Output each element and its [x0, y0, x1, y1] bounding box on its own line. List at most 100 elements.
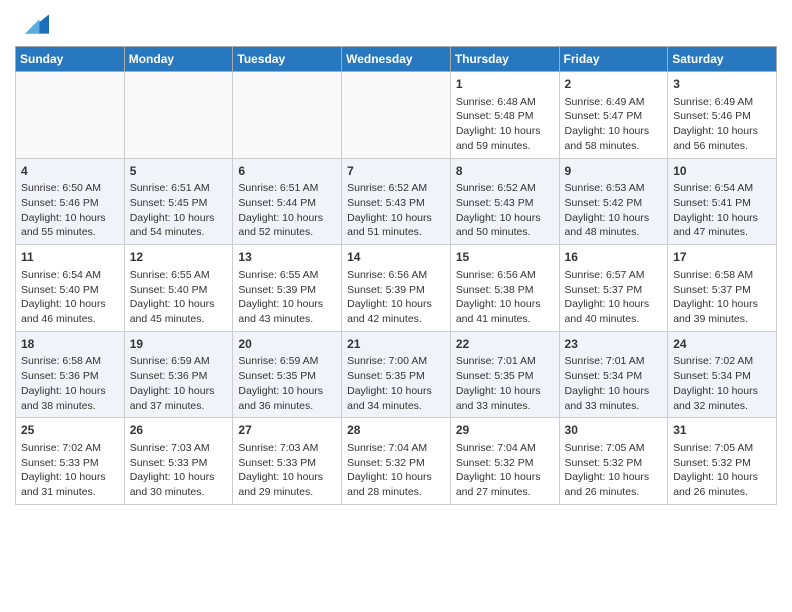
- day-number: 9: [565, 163, 663, 180]
- calendar-cell: 15Sunrise: 6:56 AMSunset: 5:38 PMDayligh…: [450, 245, 559, 332]
- weekday-header-wednesday: Wednesday: [342, 47, 451, 72]
- cell-content: 21Sunrise: 7:00 AMSunset: 5:35 PMDayligh…: [347, 336, 445, 414]
- sunrise-text: Sunrise: 7:01 AM: [565, 355, 645, 367]
- sunset-text: Sunset: 5:40 PM: [130, 284, 208, 296]
- weekday-header-monday: Monday: [124, 47, 233, 72]
- sunset-text: Sunset: 5:37 PM: [673, 284, 751, 296]
- day-number: 27: [238, 422, 336, 439]
- sunrise-text: Sunrise: 6:51 AM: [130, 182, 210, 194]
- cell-content: 16Sunrise: 6:57 AMSunset: 5:37 PMDayligh…: [565, 249, 663, 327]
- sunset-text: Sunset: 5:41 PM: [673, 197, 751, 209]
- logo-icon: [17, 10, 49, 38]
- daylight-text: Daylight: 10 hours and 34 minutes.: [347, 385, 432, 412]
- sunset-text: Sunset: 5:32 PM: [673, 457, 751, 469]
- daylight-text: Daylight: 10 hours and 30 minutes.: [130, 471, 215, 498]
- calendar-cell: 12Sunrise: 6:55 AMSunset: 5:40 PMDayligh…: [124, 245, 233, 332]
- sunrise-text: Sunrise: 6:58 AM: [673, 269, 753, 281]
- day-number: 23: [565, 336, 663, 353]
- calendar-cell: 29Sunrise: 7:04 AMSunset: 5:32 PMDayligh…: [450, 418, 559, 505]
- cell-content: 19Sunrise: 6:59 AMSunset: 5:36 PMDayligh…: [130, 336, 228, 414]
- cell-content: 4Sunrise: 6:50 AMSunset: 5:46 PMDaylight…: [21, 163, 119, 241]
- cell-content: 30Sunrise: 7:05 AMSunset: 5:32 PMDayligh…: [565, 422, 663, 500]
- daylight-text: Daylight: 10 hours and 37 minutes.: [130, 385, 215, 412]
- calendar-cell: 9 Sunrise: 6:53 AM Sunset: 5:42 PM Daylight…: [559, 158, 668, 245]
- cell-content: 11Sunrise: 6:54 AMSunset: 5:40 PMDayligh…: [21, 249, 119, 327]
- sunrise-text: Sunrise: 6:57 AM: [565, 269, 645, 281]
- daylight-text: Daylight: 10 hours and 58 minutes.: [565, 125, 650, 152]
- sunset-text: Sunset: 5:32 PM: [565, 457, 643, 469]
- cell-content: 1Sunrise: 6:48 AMSunset: 5:48 PMDaylight…: [456, 76, 554, 154]
- cell-content: 3Sunrise: 6:49 AMSunset: 5:46 PMDaylight…: [673, 76, 771, 154]
- sunrise-text: Sunrise: 6:58 AM: [21, 355, 101, 367]
- daylight-text: Daylight: 10 hours and 39 minutes.: [673, 298, 758, 325]
- daylight-text: Daylight: 10 hours and 26 minutes.: [673, 471, 758, 498]
- day-number: 11: [21, 249, 119, 266]
- cell-content: 29Sunrise: 7:04 AMSunset: 5:32 PMDayligh…: [456, 422, 554, 500]
- weekday-header-tuesday: Tuesday: [233, 47, 342, 72]
- day-number: 1: [456, 76, 554, 93]
- calendar-week-3: 11 Sunrise: 6:54 AM Sunset: 5:40 PM Dayligh…: [16, 245, 777, 332]
- day-number: 3: [673, 76, 771, 93]
- sunrise-text: Sunrise: 7:02 AM: [21, 442, 101, 454]
- sunrise-text: Sunrise: 7:04 AM: [347, 442, 427, 454]
- day-number: 22: [456, 336, 554, 353]
- sunset-text: Sunset: 5:32 PM: [347, 457, 425, 469]
- daylight-text: Daylight: 10 hours and 36 minutes.: [238, 385, 323, 412]
- daylight-text: Daylight: 10 hours and 41 minutes.: [456, 298, 541, 325]
- sunset-text: Sunset: 5:42 PM: [565, 197, 643, 209]
- calendar-cell: 14Sunrise: 6:56 AMSunset: 5:39 PMDayligh…: [342, 245, 451, 332]
- sunset-text: Sunset: 5:45 PM: [130, 197, 208, 209]
- calendar-cell: 5Sunrise: 6:51 AMSunset: 5:45 PMDaylight…: [124, 158, 233, 245]
- cell-content: 22Sunrise: 7:01 AMSunset: 5:35 PMDayligh…: [456, 336, 554, 414]
- cell-content: 24Sunrise: 7:02 AMSunset: 5:34 PMDayligh…: [673, 336, 771, 414]
- day-number: 17: [673, 249, 771, 266]
- calendar-cell: 27Sunrise: 7:03 AMSunset: 5:33 PMDayligh…: [233, 418, 342, 505]
- sunrise-text: Sunrise: 6:53 AM: [565, 182, 645, 194]
- calendar-cell: 8Sunrise: 6:52 AMSunset: 5:43 PMDaylight…: [450, 158, 559, 245]
- weekday-header-thursday: Thursday: [450, 47, 559, 72]
- day-number: 13: [238, 249, 336, 266]
- calendar-cell: 7Sunrise: 6:52 AMSunset: 5:43 PMDaylight…: [342, 158, 451, 245]
- calendar-cell: [233, 72, 342, 159]
- daylight-text: Daylight: 10 hours and 27 minutes.: [456, 471, 541, 498]
- weekday-header-saturday: Saturday: [668, 47, 777, 72]
- cell-content: 20Sunrise: 6:59 AMSunset: 5:35 PMDayligh…: [238, 336, 336, 414]
- sunset-text: Sunset: 5:33 PM: [21, 457, 99, 469]
- sunset-text: Sunset: 5:39 PM: [347, 284, 425, 296]
- cell-content: 26Sunrise: 7:03 AMSunset: 5:33 PMDayligh…: [130, 422, 228, 500]
- sunrise-text: Sunrise: 6:56 AM: [456, 269, 536, 281]
- sunrise-text: Sunrise: 6:54 AM: [21, 269, 101, 281]
- sunset-text: Sunset: 5:36 PM: [130, 370, 208, 382]
- daylight-text: Daylight: 10 hours and 29 minutes.: [238, 471, 323, 498]
- sunset-text: Sunset: 5:47 PM: [565, 110, 643, 122]
- day-number: 30: [565, 422, 663, 439]
- calendar-week-5: 25Sunrise: 7:02 AMSunset: 5:33 PMDayligh…: [16, 418, 777, 505]
- day-number: 18: [21, 336, 119, 353]
- sunset-text: Sunset: 5:48 PM: [456, 110, 534, 122]
- day-number: 7: [347, 163, 445, 180]
- day-number: 20: [238, 336, 336, 353]
- day-number: 6: [238, 163, 336, 180]
- calendar-body: 1Sunrise: 6:48 AMSunset: 5:48 PMDaylight…: [16, 72, 777, 505]
- calendar-cell: [124, 72, 233, 159]
- daylight-text: Daylight: 10 hours and 42 minutes.: [347, 298, 432, 325]
- daylight-text: Daylight: 10 hours and 59 minutes.: [456, 125, 541, 152]
- page-header: [15, 10, 777, 38]
- sunset-text: Sunset: 5:35 PM: [347, 370, 425, 382]
- sunrise-text: Sunrise: 6:50 AM: [21, 182, 101, 194]
- sunset-text: Sunset: 5:38 PM: [456, 284, 534, 296]
- calendar-header: SundayMondayTuesdayWednesdayThursdayFrid…: [16, 47, 777, 72]
- weekday-header-row: SundayMondayTuesdayWednesdayThursdayFrid…: [16, 47, 777, 72]
- calendar-cell: 22Sunrise: 7:01 AMSunset: 5:35 PMDayligh…: [450, 331, 559, 418]
- sunset-text: Sunset: 5:43 PM: [347, 197, 425, 209]
- cell-content: 17 Sunrise: 6:58 AM Sunset: 5:37 PM Dayligh…: [673, 249, 771, 327]
- cell-content: 9 Sunrise: 6:53 AM Sunset: 5:42 PM Daylight…: [565, 163, 663, 241]
- day-number: 31: [673, 422, 771, 439]
- cell-content: 25Sunrise: 7:02 AMSunset: 5:33 PMDayligh…: [21, 422, 119, 500]
- sunrise-text: Sunrise: 7:01 AM: [456, 355, 536, 367]
- calendar-week-1: 1Sunrise: 6:48 AMSunset: 5:48 PMDaylight…: [16, 72, 777, 159]
- cell-content: 2Sunrise: 6:49 AMSunset: 5:47 PMDaylight…: [565, 76, 663, 154]
- day-number: 14: [347, 249, 445, 266]
- daylight-text: Daylight: 10 hours and 48 minutes.: [565, 212, 650, 239]
- cell-content: 27Sunrise: 7:03 AMSunset: 5:33 PMDayligh…: [238, 422, 336, 500]
